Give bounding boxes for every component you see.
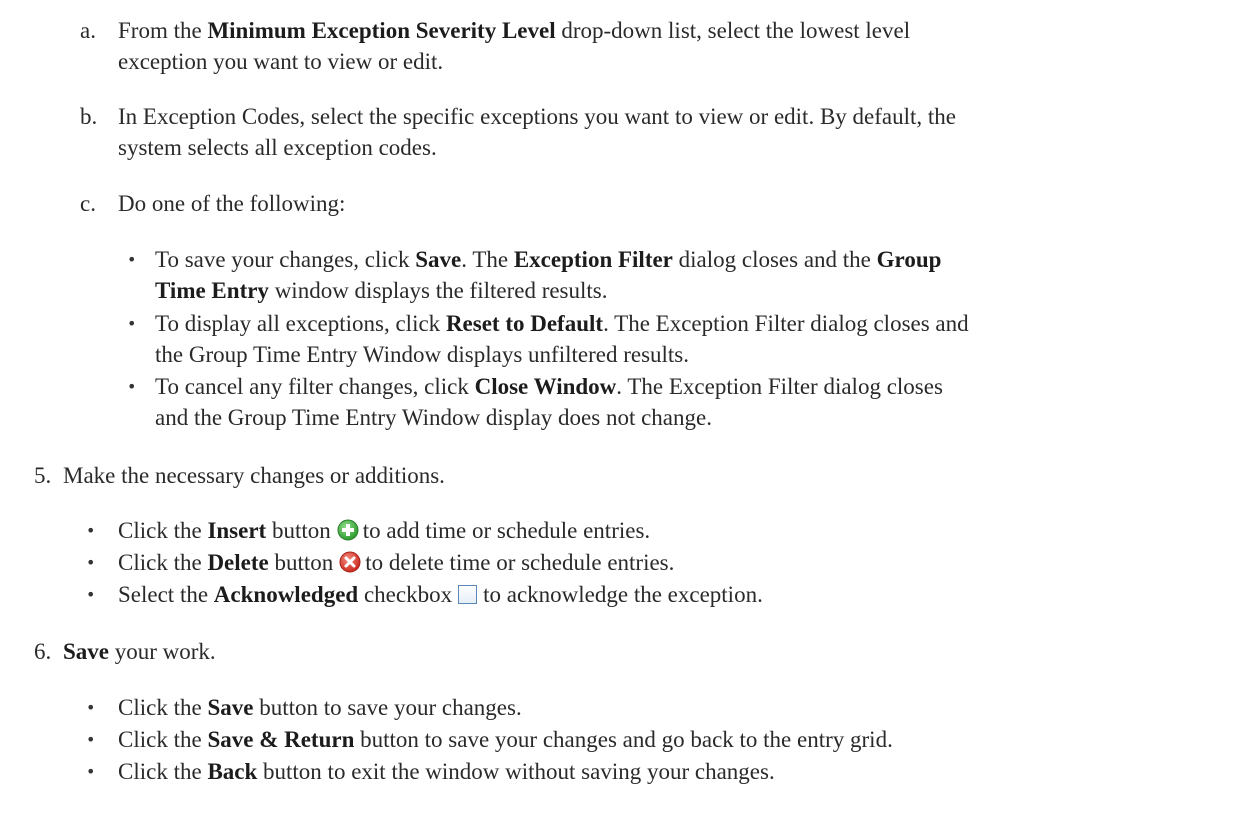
bullet: • — [127, 314, 137, 333]
checkbox-icon — [458, 585, 478, 604]
substep-text: In Exception Codes, select the specific … — [118, 104, 956, 129]
substep-text-line2: system selects all exception codes. — [118, 135, 437, 160]
step-marker: 6. — [34, 639, 52, 664]
substep-text: Do one of the following: — [118, 191, 346, 216]
bullet: • — [127, 377, 137, 396]
list-item-text-line2: and the Group Time Entry Window display … — [155, 405, 712, 430]
list-item-text: Click the Back button to exit the window… — [118, 759, 775, 784]
list-item-text: Click the Delete button to delete time or… — [118, 547, 674, 581]
list-item-text: To display all exceptions, click Reset t… — [155, 311, 969, 336]
insert-icon — [337, 518, 359, 549]
list-item-text-line2: Time Entry window displays the filtered … — [155, 278, 608, 303]
step-marker: 5. — [34, 463, 52, 488]
bullet: • — [86, 698, 96, 717]
substep-marker: b. — [80, 104, 98, 129]
substep-text: From the Minimum Exception Severity Leve… — [118, 18, 911, 43]
bullet: • — [86, 762, 96, 781]
bullet: • — [86, 730, 96, 749]
list-item-text: To cancel any filter changes, click Clos… — [155, 374, 943, 399]
substep-text-line2: exception you want to view or edit. — [118, 49, 444, 74]
bullet: • — [127, 250, 137, 269]
bullet: • — [86, 553, 96, 572]
step-text: Save your work. — [63, 639, 216, 664]
list-item-text: Click the Save & Return button to save y… — [118, 727, 893, 752]
step-text: Make the necessary changes or additions. — [63, 463, 445, 488]
delete-icon — [339, 550, 361, 581]
substep-marker: c. — [80, 191, 96, 216]
list-item-text: Click the Insert button to add time or sc… — [118, 515, 650, 549]
list-item-text: Click the Save button to save your chang… — [118, 695, 522, 720]
substep-marker: a. — [80, 18, 96, 43]
bullet: • — [86, 521, 96, 540]
document-page: a. From the Minimum Exception Severity L… — [0, 0, 1257, 832]
bullet: • — [86, 585, 96, 604]
list-item-text: To save your changes, click Save. The Ex… — [155, 247, 942, 272]
list-item-text-line2: the Group Time Entry Window displays unf… — [155, 342, 689, 367]
list-item-text: Select the Acknowledged checkbox to ackno… — [118, 582, 763, 607]
